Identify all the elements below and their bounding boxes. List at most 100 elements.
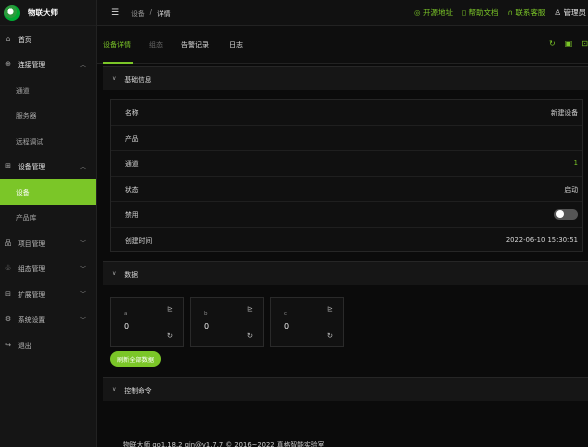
info-row-name: 名称 新建设备	[111, 100, 582, 126]
info-row-status: 状态 启动	[111, 177, 582, 202]
info-key: 通道	[125, 160, 139, 169]
project-icon: 品	[4, 238, 12, 247]
info-row-channel: 通道 1	[111, 151, 582, 177]
section-control-header[interactable]: ∨ 控制命令	[103, 377, 588, 401]
fullscreen-icon[interactable]: ⊡	[581, 39, 588, 48]
table-icon: ⊟	[5, 289, 11, 298]
section-data-header[interactable]: ∨ 数据	[103, 261, 588, 285]
sidebar-item-extension-management[interactable]: ⊟ 扩展管理 ﹀	[0, 281, 96, 307]
info-value: 启动	[564, 185, 578, 194]
sidebar-item-label: 通道	[16, 86, 30, 95]
device-info-table: 名称 新建设备 产品 通道 1 状态 启动 禁用 创建时间 2022-06-10…	[110, 99, 583, 252]
opensource-link[interactable]: ◎ 开源地址	[414, 7, 453, 18]
section-basic-info-header[interactable]: ∨ 基础信息	[103, 66, 588, 90]
refresh-all-button[interactable]: 刷新全部数据	[110, 351, 162, 367]
breadcrumb: 设备 / 详情	[131, 8, 170, 18]
point-name: b	[204, 311, 208, 317]
edit-icon[interactable]: ▣	[565, 39, 573, 48]
sidebar-item-product-library[interactable]: 产品库	[0, 205, 96, 231]
breadcrumb-separator: /	[149, 7, 152, 16]
sidebar-item-logout[interactable]: ↪ 退出	[0, 332, 96, 358]
main-content: ∨ 基础信息 名称 新建设备 产品 通道 1 状态 启动 禁用 创建时间 202…	[97, 64, 588, 447]
chevron-down-icon: ﹀	[79, 291, 86, 299]
sidebar-item-label: 设备管理	[18, 163, 46, 172]
user-icon: ♙	[554, 8, 562, 17]
section-title: 控制命令	[124, 386, 152, 395]
headset-icon: ∩	[507, 8, 513, 17]
info-key: 产品	[125, 134, 139, 143]
detail-tabs: 设备详情 组态 告警记录 日志 ↻ ▣ ⊡	[97, 26, 588, 64]
home-icon: ⌂	[5, 34, 11, 43]
refresh-icon[interactable]: ↻	[167, 331, 173, 340]
point-name: a	[124, 311, 128, 317]
chevron-down-icon: ﹀	[79, 265, 86, 273]
menu-fold-icon[interactable]: ☰	[111, 8, 119, 18]
tab-graph[interactable]: 组态	[149, 40, 163, 50]
disabled-toggle[interactable]	[554, 208, 578, 220]
grid-icon: ⊞	[5, 162, 11, 171]
section-title: 数据	[124, 270, 138, 279]
docs-link[interactable]: ▯ 帮助文档	[462, 7, 499, 18]
info-row-product: 产品	[111, 126, 582, 151]
tab-alarm-records[interactable]: 告警记录	[181, 40, 209, 50]
chart-icon[interactable]: ⊵	[167, 305, 173, 313]
chevron-up-icon: ︿	[79, 163, 86, 171]
point-value: 0	[204, 322, 210, 331]
top-links: ◎ 开源地址 ▯ 帮助文档 ∩ 联系客服 ♙ 管理员	[414, 7, 588, 18]
channel-link[interactable]: 1	[574, 159, 578, 167]
chevron-down-icon: ∨	[112, 386, 117, 393]
breadcrumb-device[interactable]: 设备	[131, 8, 145, 18]
sidebar-item-label: 远程调试	[16, 137, 44, 146]
sidebar-item-connection[interactable]: ⊕ 连接管理 ︿	[0, 52, 96, 78]
top-bar: ☰ 设备 / 详情 ◎ 开源地址 ▯ 帮助文档 ∩ 联系客服 ♙ 管理员	[97, 0, 588, 26]
sidebar-item-device[interactable]: 设备	[0, 179, 96, 205]
data-point-card: b 0 ⊵ ↻	[190, 297, 264, 347]
support-link[interactable]: ∩ 联系客服	[507, 7, 545, 18]
logo-icon	[4, 4, 20, 21]
tab-device-detail[interactable]: 设备详情	[103, 40, 131, 50]
chart-icon[interactable]: ⊵	[247, 305, 253, 313]
tab-logs[interactable]: 日志	[229, 40, 243, 50]
sidebar-item-project-management[interactable]: 品 项目管理 ﹀	[0, 230, 96, 256]
sidebar-item-label: 退出	[18, 341, 32, 350]
tab-tools: ↻ ▣ ⊡	[549, 39, 588, 48]
refresh-icon[interactable]: ↻	[327, 331, 333, 340]
sidebar-item-system-settings[interactable]: ⚙ 系统设置 ﹀	[0, 307, 96, 333]
app-title: 物联大师	[28, 8, 58, 17]
sidebar-item-label: 服务器	[16, 112, 37, 121]
refresh-icon[interactable]: ↻	[247, 331, 253, 340]
sidebar-item-graph-management[interactable]: ♧ 组态管理 ﹀	[0, 256, 96, 282]
sidebar-item-server[interactable]: 服务器	[0, 103, 96, 129]
sidebar-item-remote-debug[interactable]: 远程调试	[0, 128, 96, 154]
chart-icon[interactable]: ⊵	[327, 305, 333, 313]
github-icon: ◎	[414, 8, 421, 17]
user-menu[interactable]: ♙ 管理员	[554, 7, 586, 18]
exit-icon: ↪	[5, 340, 11, 349]
sidebar-item-label: 扩展管理	[18, 290, 46, 299]
docs-label: 帮助文档	[468, 8, 499, 17]
support-label: 联系客服	[515, 8, 546, 17]
sidebar-item-channel[interactable]: 通道	[0, 77, 96, 103]
sidebar: 物联大师 ⌂ 首页 ⊕ 连接管理 ︿ 通道 服务器 远程调试 ⊞ 设备管理 ︿ …	[0, 0, 97, 447]
graph-icon: ♧	[4, 264, 12, 273]
refresh-icon[interactable]: ↻	[549, 39, 556, 48]
breadcrumb-detail: 详情	[156, 9, 171, 18]
info-key: 状态	[125, 185, 139, 194]
section-title: 基础信息	[124, 75, 152, 84]
sidebar-item-label: 系统设置	[18, 316, 46, 325]
opensource-label: 开源地址	[422, 8, 453, 17]
link-icon: ⊕	[5, 60, 11, 69]
sidebar-item-device-management[interactable]: ⊞ 设备管理 ︿	[0, 154, 96, 180]
info-key: 禁用	[125, 211, 139, 220]
sidebar-item-label: 首页	[18, 35, 32, 44]
info-row-disabled: 禁用	[111, 202, 582, 228]
chevron-down-icon: ﹀	[79, 316, 86, 324]
sidebar-item-label: 产品库	[16, 214, 37, 223]
info-value: 新建设备	[550, 109, 578, 118]
logo[interactable]: 物联大师	[0, 0, 96, 26]
sidebar-item-label: 设备	[16, 188, 30, 197]
sidebar-item-home[interactable]: ⌂ 首页	[0, 26, 96, 52]
data-point-card: a 0 ⊵ ↻	[110, 297, 184, 347]
sidebar-item-label: 连接管理	[18, 61, 46, 70]
info-value: 2022-06-10 15:30:51	[505, 236, 578, 245]
